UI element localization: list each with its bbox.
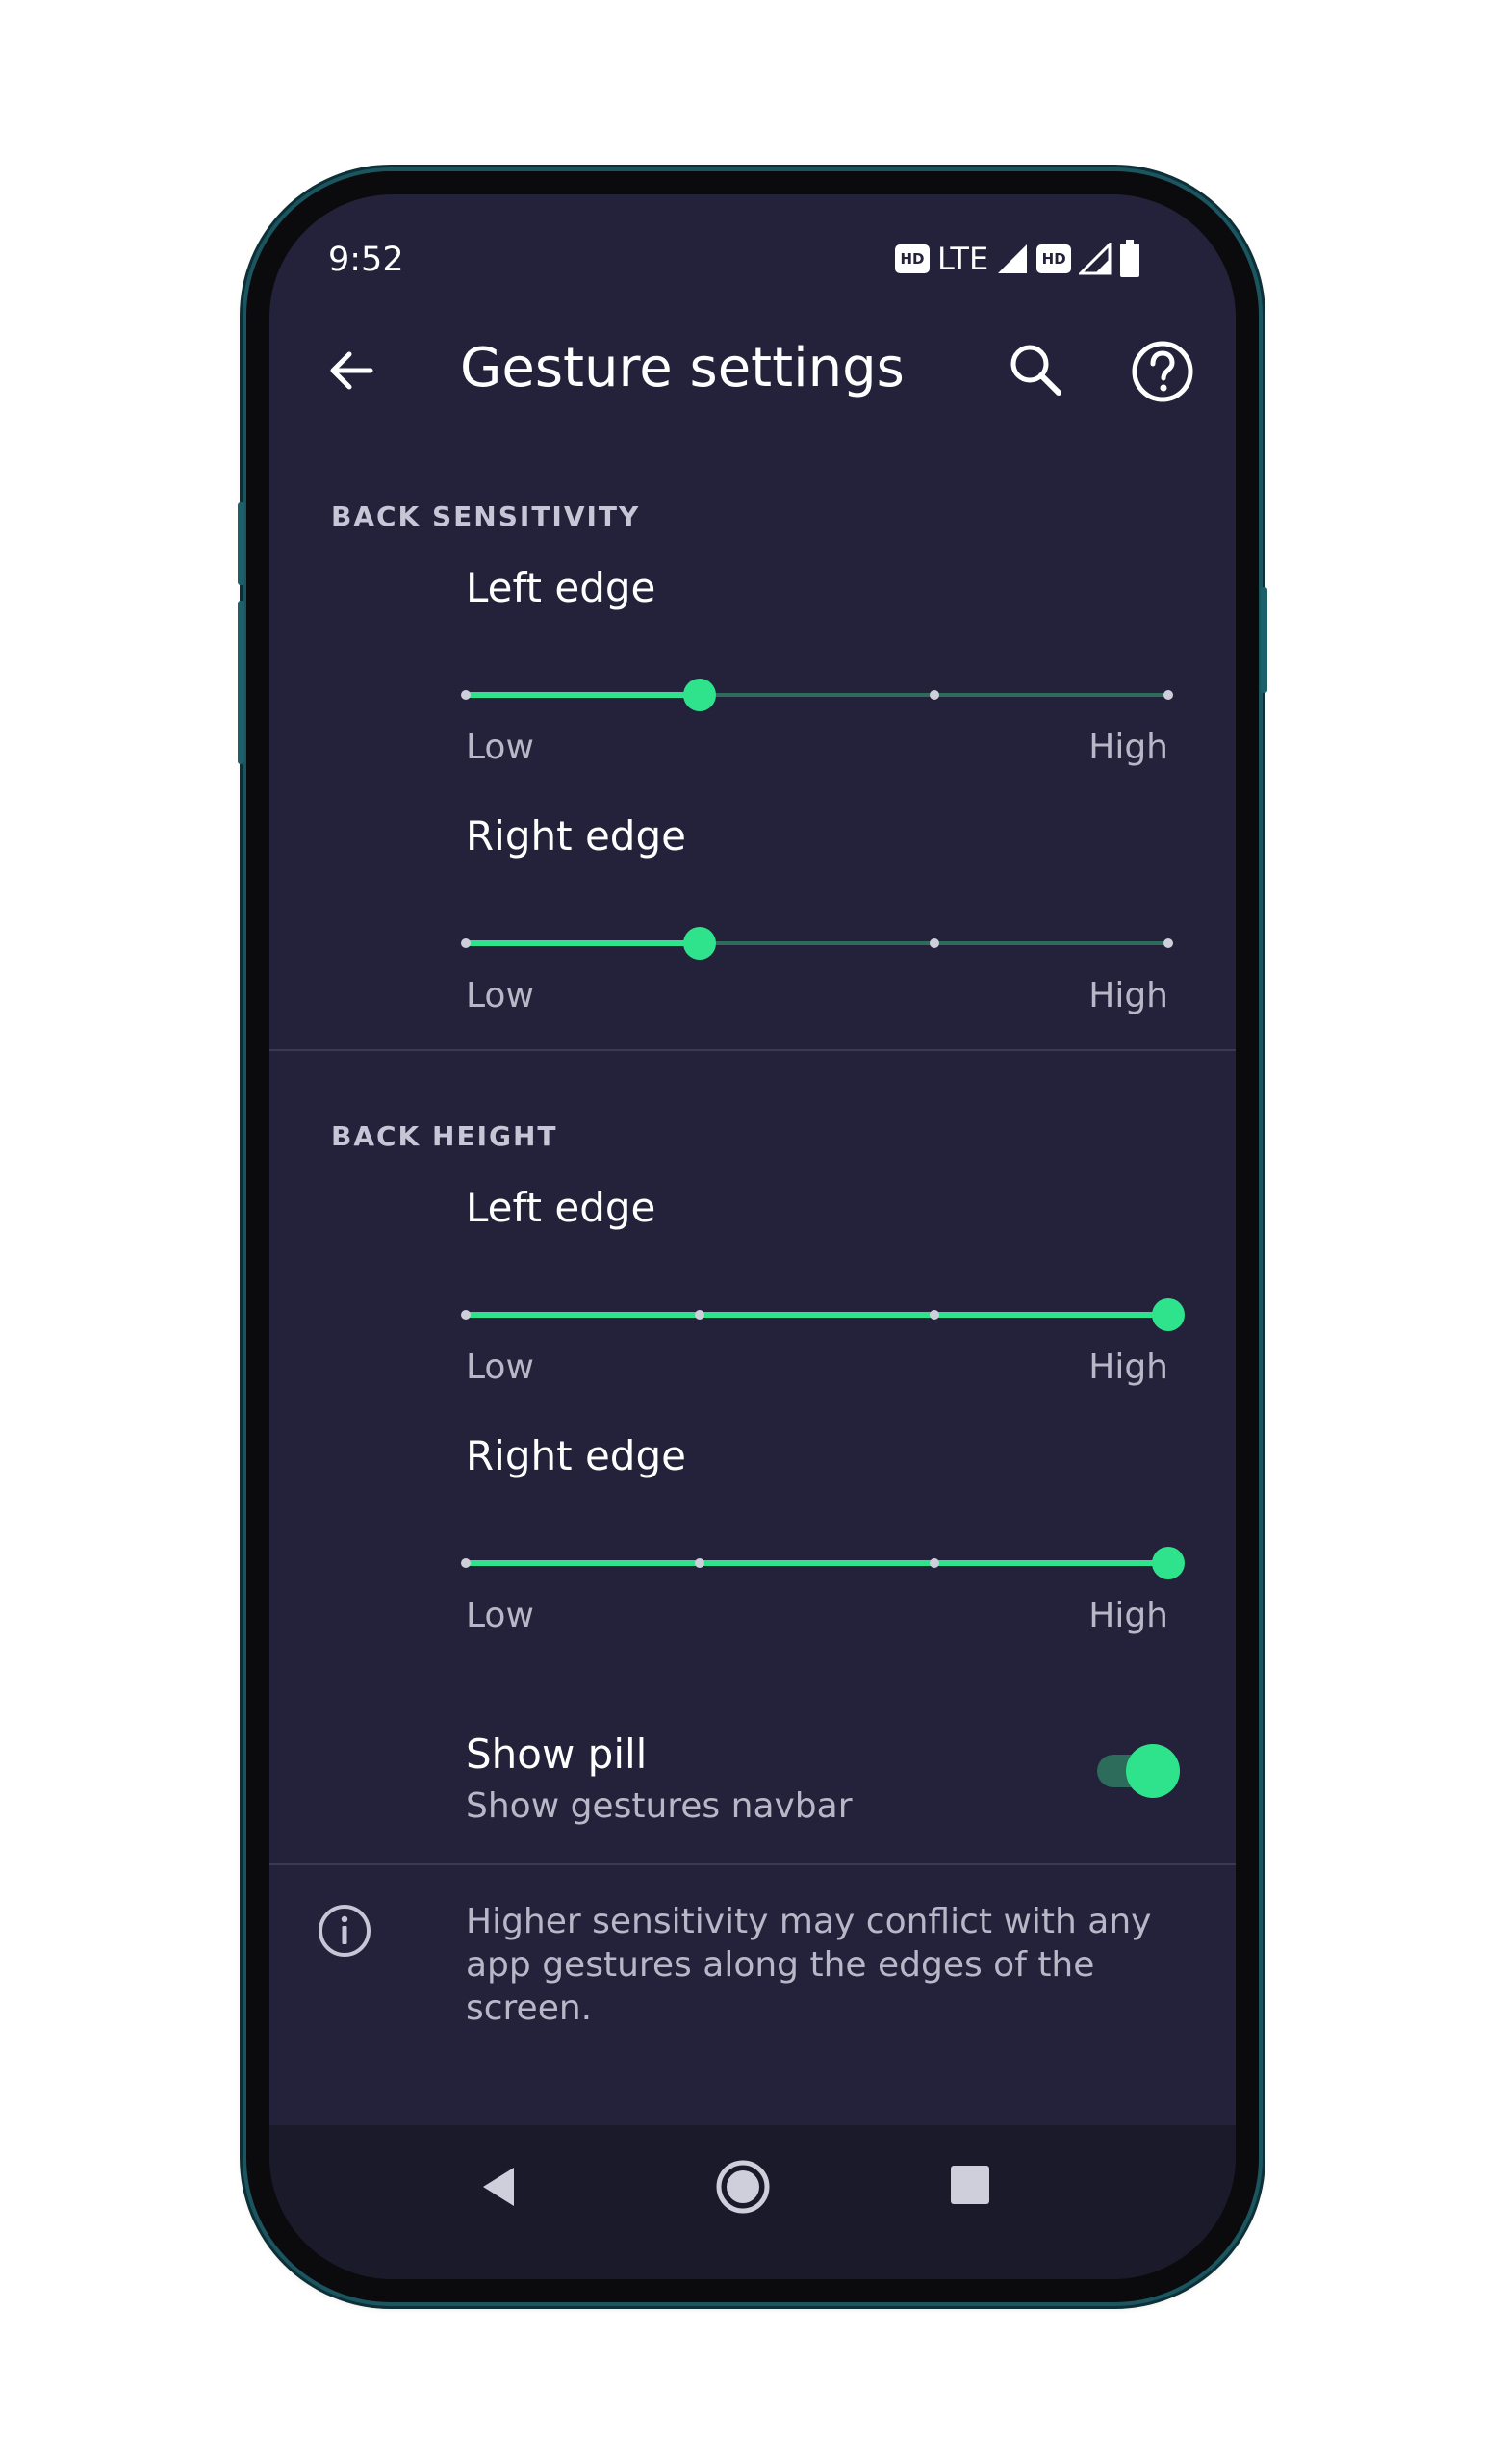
page-title: Gesture settings (460, 337, 905, 399)
slider-thumb[interactable] (683, 927, 717, 960)
screen: 9:52 HD LTE HD Gesture settings BACK SEN… (269, 194, 1236, 2279)
help-icon[interactable] (1128, 337, 1197, 406)
section-divider (269, 1863, 1236, 1865)
sensitivity-right-label: Right edge (466, 812, 686, 860)
nav-recents-icon[interactable] (949, 2164, 991, 2206)
show-pill-title: Show pill (466, 1731, 648, 1778)
phone-frame: 9:52 HD LTE HD Gesture settings BACK SEN… (238, 171, 1267, 2302)
phone-side-button (1261, 587, 1267, 693)
signal-icon (998, 244, 1028, 273)
slider-thumb[interactable] (683, 679, 717, 711)
slider-thumb[interactable] (1152, 1547, 1185, 1579)
sensitivity-right-slider[interactable] (461, 924, 1173, 962)
slider-track-fill (466, 1560, 1168, 1566)
height-left-label: Left edge (466, 1184, 656, 1231)
sensitivity-left-slider[interactable] (461, 676, 1173, 714)
sensitivity-left-label: Left edge (466, 564, 656, 611)
info-icon (319, 1905, 371, 1957)
slider-tick (929, 1310, 939, 1320)
slider-tick (1163, 938, 1173, 948)
slider-tick (929, 938, 939, 948)
phone-side-button (238, 601, 244, 764)
slider-tick (1163, 690, 1173, 700)
slider-tick (929, 1558, 939, 1568)
status-icons: HD LTE HD (895, 239, 1140, 279)
nav-home-icon[interactable] (714, 2158, 772, 2216)
scale-low-label: Low (466, 728, 534, 767)
section-header-back-sensitivity: BACK SENSITIVITY (331, 500, 641, 532)
back-arrow-icon[interactable] (320, 339, 384, 402)
height-left-slider[interactable] (461, 1296, 1185, 1334)
status-time: 9:52 (328, 241, 404, 279)
section-header-back-height: BACK HEIGHT (331, 1120, 558, 1152)
slider-tick (461, 1558, 471, 1568)
section-divider (269, 1049, 1236, 1051)
height-right-label: Right edge (466, 1432, 686, 1479)
height-right-slider[interactable] (461, 1544, 1185, 1582)
slider-track-fill (466, 1312, 1168, 1318)
hd-icon: HD (895, 244, 930, 273)
hd-icon: HD (1036, 244, 1072, 273)
slider-tick (695, 1310, 705, 1320)
lte-label: LTE (937, 241, 989, 277)
toggle-thumb (1126, 1744, 1180, 1798)
nav-back-icon[interactable] (475, 2162, 525, 2212)
scale-high-label: High (1088, 728, 1168, 767)
show-pill-toggle[interactable] (1093, 1742, 1182, 1800)
scale-low-label: Low (466, 1348, 534, 1387)
slider-tick (461, 690, 471, 700)
slider-thumb[interactable] (1152, 1298, 1185, 1331)
search-icon[interactable] (1003, 337, 1070, 404)
info-text: Higher sensitivity may conflict with any… (466, 1902, 1152, 2028)
phone-side-button (238, 502, 244, 585)
scale-high-label: High (1088, 976, 1168, 1015)
slider-tick (461, 1310, 471, 1320)
slider-tick (461, 938, 471, 948)
slider-tick (929, 690, 939, 700)
slider-track-fill (466, 692, 701, 698)
scale-low-label: Low (466, 1596, 534, 1635)
battery-icon (1120, 240, 1140, 277)
scale-high-label: High (1088, 1596, 1168, 1635)
slider-track-fill (466, 940, 701, 946)
slider-tick (695, 1558, 705, 1568)
signal-icon (1079, 243, 1112, 275)
scale-low-label: Low (466, 976, 534, 1015)
scale-high-label: High (1088, 1348, 1168, 1387)
show-pill-subtitle: Show gestures navbar (466, 1786, 853, 1826)
